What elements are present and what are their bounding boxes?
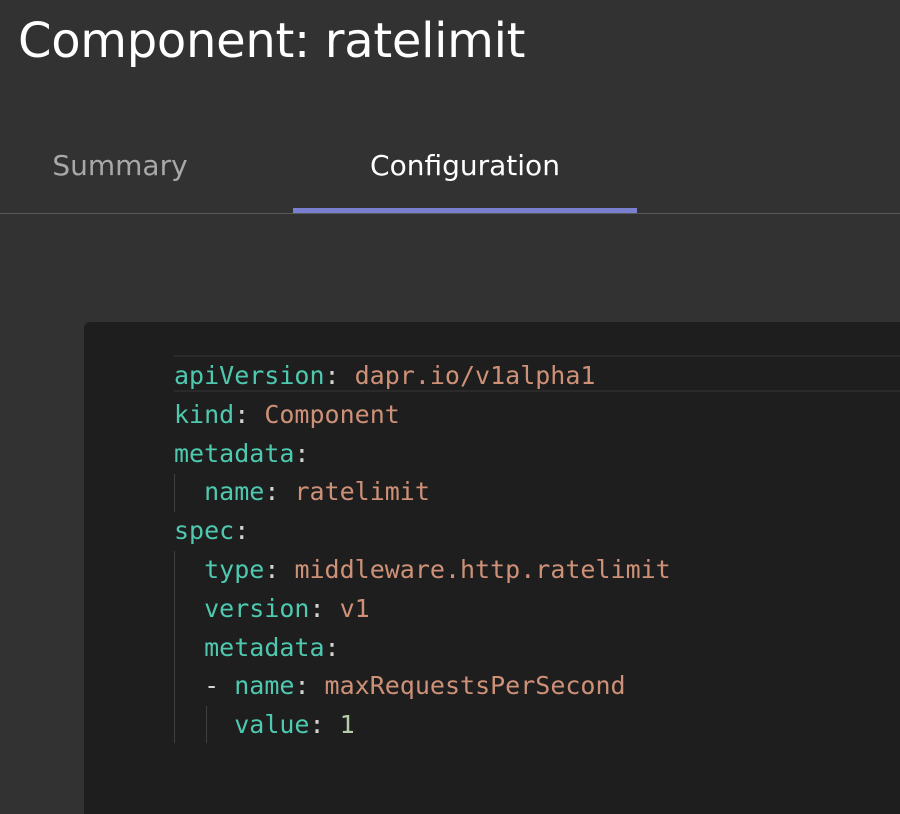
yaml-key: type — [204, 554, 265, 584]
code-line: value: 1 — [174, 706, 671, 745]
yaml-key: metadata — [174, 438, 295, 468]
code-line: type: middleware.http.ratelimit — [174, 551, 671, 590]
code-line: spec: — [174, 512, 671, 551]
code-line: metadata: — [174, 435, 671, 474]
yaml-colon: : — [264, 554, 280, 584]
yaml-colon: : — [324, 361, 340, 390]
code-content[interactable]: apiVersion: dapr.io/v1alpha1 kind: Compon… — [174, 357, 671, 745]
yaml-value: maxRequestsPerSecond — [309, 671, 626, 701]
yaml-key: apiVersion — [174, 361, 325, 390]
yaml-key: name — [204, 477, 265, 507]
code-line: version: v1 — [174, 590, 671, 629]
yaml-colon: : — [234, 399, 250, 429]
yaml-code-editor[interactable]: apiVersion: dapr.io/v1alpha1 kind: Compon… — [84, 322, 900, 814]
yaml-colon: : — [264, 477, 280, 507]
yaml-key: name — [234, 671, 295, 701]
code-line: name: ratelimit — [174, 473, 671, 512]
tabs-divider — [0, 213, 900, 214]
yaml-value: middleware.http.ratelimit — [279, 554, 671, 584]
yaml-value: dapr.io/v1alpha1 — [339, 361, 596, 390]
code-line: metadata: — [174, 629, 671, 668]
yaml-colon: : — [309, 593, 325, 623]
yaml-key: version — [204, 593, 310, 623]
yaml-value: ratelimit — [279, 477, 430, 507]
yaml-value: v1 — [324, 593, 370, 623]
code-line: apiVersion: dapr.io/v1alpha1 — [174, 357, 671, 396]
yaml-value: Component — [249, 399, 400, 429]
yaml-key: kind — [174, 399, 235, 429]
yaml-key: value — [234, 710, 310, 740]
yaml-colon: : — [294, 438, 310, 468]
code-line: - name: maxRequestsPerSecond — [174, 667, 671, 706]
code-line: kind: Component — [174, 396, 671, 435]
yaml-value: 1 — [324, 710, 355, 740]
yaml-colon: : — [234, 516, 250, 546]
component-page: Component: ratelimit Summary Configurati… — [0, 0, 900, 814]
tab-summary[interactable]: Summary — [20, 122, 220, 208]
yaml-dash: - — [204, 671, 235, 701]
yaml-key: spec — [174, 516, 235, 546]
yaml-colon: : — [294, 671, 310, 701]
yaml-colon: : — [309, 710, 325, 740]
page-title: Component: ratelimit — [18, 13, 526, 69]
yaml-key: metadata — [204, 632, 325, 662]
tab-configuration[interactable]: Configuration — [293, 122, 637, 208]
yaml-colon: : — [324, 632, 340, 662]
